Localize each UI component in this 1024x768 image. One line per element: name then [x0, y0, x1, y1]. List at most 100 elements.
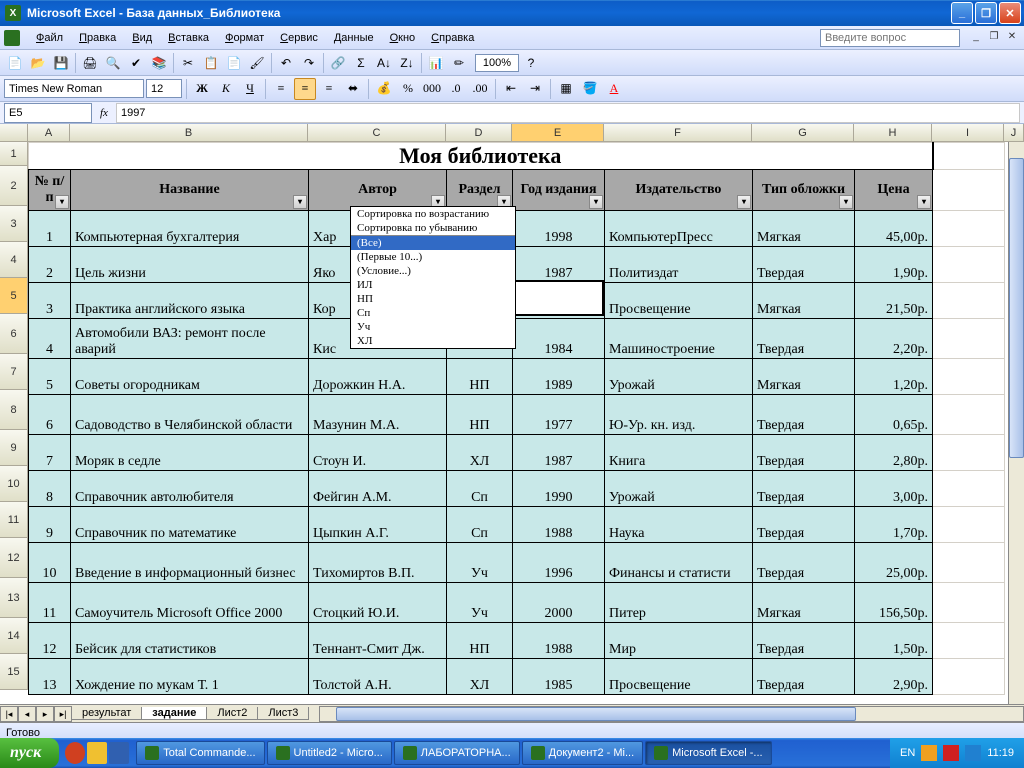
- cell[interactable]: Стоун И.: [309, 435, 447, 471]
- row-header-13[interactable]: 13: [0, 578, 28, 618]
- sort-desc-button[interactable]: Z↓: [396, 52, 418, 74]
- cell[interactable]: Дорожкин Н.А.: [309, 359, 447, 395]
- quicklaunch-icon[interactable]: [65, 742, 85, 764]
- underline-button[interactable]: Ч: [239, 78, 261, 100]
- cell[interactable]: Твердая: [753, 435, 855, 471]
- start-button[interactable]: пуск: [0, 738, 59, 768]
- cell[interactable]: Мазунин М.А.: [309, 395, 447, 435]
- column-header-B[interactable]: B: [70, 124, 308, 141]
- close-button[interactable]: ✕: [999, 2, 1021, 24]
- cell[interactable]: 3,00р.: [855, 471, 933, 507]
- tab-next-button[interactable]: ▸: [36, 706, 54, 722]
- cell[interactable]: НП: [447, 395, 513, 435]
- spreadsheet-grid[interactable]: ABCDEFGHIJ 123456789101112131415 Моя биб…: [0, 124, 1024, 704]
- taskbar-button[interactable]: Документ2 - Mi...: [522, 741, 643, 765]
- tab-first-button[interactable]: |◂: [0, 706, 18, 722]
- cell[interactable]: Мягкая: [753, 283, 855, 319]
- cell[interactable]: 1,50р.: [855, 623, 933, 659]
- format-painter-button[interactable]: 🖌: [246, 52, 268, 74]
- filter-dropdown-button[interactable]: ▾: [589, 195, 603, 209]
- cell[interactable]: 1977: [513, 395, 605, 435]
- cell[interactable]: Мир: [605, 623, 753, 659]
- cut-button[interactable]: ✂: [177, 52, 199, 74]
- help-button[interactable]: ?: [520, 52, 542, 74]
- filter-dropdown-button[interactable]: ▾: [737, 195, 751, 209]
- formula-input[interactable]: [116, 103, 1020, 123]
- copy-button[interactable]: 📋: [200, 52, 222, 74]
- column-header-I[interactable]: I: [932, 124, 1004, 141]
- cell[interactable]: Уч: [447, 583, 513, 623]
- cell[interactable]: 1997: [513, 283, 605, 319]
- cell[interactable]: Сп: [447, 471, 513, 507]
- sort-asc-button[interactable]: A↓: [373, 52, 395, 74]
- sort-ascending-item[interactable]: Сортировка по возрастанию: [351, 207, 515, 221]
- cell[interactable]: Тихомиртов В.П.: [309, 543, 447, 583]
- align-center-button[interactable]: ≡: [294, 78, 316, 100]
- row-header-11[interactable]: 11: [0, 502, 28, 538]
- cell[interactable]: 21,50р.: [855, 283, 933, 319]
- row-header-9[interactable]: 9: [0, 430, 28, 466]
- table-title[interactable]: Моя библиотека: [29, 143, 933, 170]
- row-header-8[interactable]: 8: [0, 390, 28, 430]
- filter-option[interactable]: ИЛ: [351, 278, 515, 292]
- undo-button[interactable]: ↶: [275, 52, 297, 74]
- cell[interactable]: Моряк в седле: [71, 435, 309, 471]
- cell[interactable]: Политиздат: [605, 247, 753, 283]
- zoom-input[interactable]: [475, 54, 519, 72]
- bold-button[interactable]: Ж: [191, 78, 213, 100]
- minimize-button[interactable]: _: [951, 2, 973, 24]
- row-header-14[interactable]: 14: [0, 618, 28, 654]
- maximize-button[interactable]: ❐: [975, 2, 997, 24]
- align-right-button[interactable]: ≡: [318, 78, 340, 100]
- cell[interactable]: Уч: [447, 543, 513, 583]
- column-header-D[interactable]: D: [446, 124, 512, 141]
- cell[interactable]: Финансы и статисти: [605, 543, 753, 583]
- taskbar-button[interactable]: ЛАБОРАТОРНА...: [394, 741, 520, 765]
- redo-button[interactable]: ↷: [298, 52, 320, 74]
- cell[interactable]: 2000: [513, 583, 605, 623]
- mdi-close-button[interactable]: ✕: [1004, 31, 1020, 45]
- filter-option[interactable]: ХЛ: [351, 334, 515, 348]
- tray-icon[interactable]: [943, 745, 959, 761]
- cell[interactable]: Твердая: [753, 471, 855, 507]
- font-name-select[interactable]: [4, 79, 144, 98]
- cell[interactable]: Бейсик для статистиков: [71, 623, 309, 659]
- filter-dropdown-button[interactable]: ▾: [917, 195, 931, 209]
- cell[interactable]: КомпьютерПресс: [605, 211, 753, 247]
- cell[interactable]: Фейгин А.М.: [309, 471, 447, 507]
- cell[interactable]: Машиностроение: [605, 319, 753, 359]
- cell[interactable]: Просвещение: [605, 659, 753, 695]
- column-header-J[interactable]: J: [1004, 124, 1024, 141]
- column-header-cell[interactable]: Цена▾: [855, 170, 933, 211]
- percent-button[interactable]: %: [397, 78, 419, 100]
- cell[interactable]: 4: [29, 319, 71, 359]
- cell[interactable]: Теннант-Смит Дж.: [309, 623, 447, 659]
- quicklaunch-icon[interactable]: [109, 742, 129, 764]
- cell[interactable]: 10: [29, 543, 71, 583]
- menu-Вставка[interactable]: Вставка: [160, 30, 217, 46]
- vertical-scrollbar[interactable]: [1008, 142, 1024, 704]
- filter-option[interactable]: (Условие...): [351, 264, 515, 278]
- cell[interactable]: Твердая: [753, 659, 855, 695]
- cell[interactable]: Наука: [605, 507, 753, 543]
- cell[interactable]: 3: [29, 283, 71, 319]
- sheet-tab-результат[interactable]: результат: [71, 707, 142, 720]
- cell[interactable]: 2,90р.: [855, 659, 933, 695]
- row-header-3[interactable]: 3: [0, 206, 28, 242]
- menu-Справка[interactable]: Справка: [423, 30, 482, 46]
- quicklaunch-icon[interactable]: [87, 742, 107, 764]
- cell[interactable]: Ю-Ур. кн. изд.: [605, 395, 753, 435]
- print-button[interactable]: 🖨: [79, 52, 101, 74]
- cell[interactable]: 5: [29, 359, 71, 395]
- cell[interactable]: Твердая: [753, 507, 855, 543]
- cell[interactable]: Твердая: [753, 543, 855, 583]
- cell[interactable]: Книга: [605, 435, 753, 471]
- cell[interactable]: Твердая: [753, 623, 855, 659]
- fill-color-button[interactable]: 🪣: [579, 78, 601, 100]
- paste-button[interactable]: 📄: [223, 52, 245, 74]
- cell[interactable]: 1988: [513, 623, 605, 659]
- column-header-cell[interactable]: № п/п▾: [29, 170, 71, 211]
- cell[interactable]: 7: [29, 435, 71, 471]
- font-color-button[interactable]: A: [603, 78, 625, 100]
- cell[interactable]: Советы огородникам: [71, 359, 309, 395]
